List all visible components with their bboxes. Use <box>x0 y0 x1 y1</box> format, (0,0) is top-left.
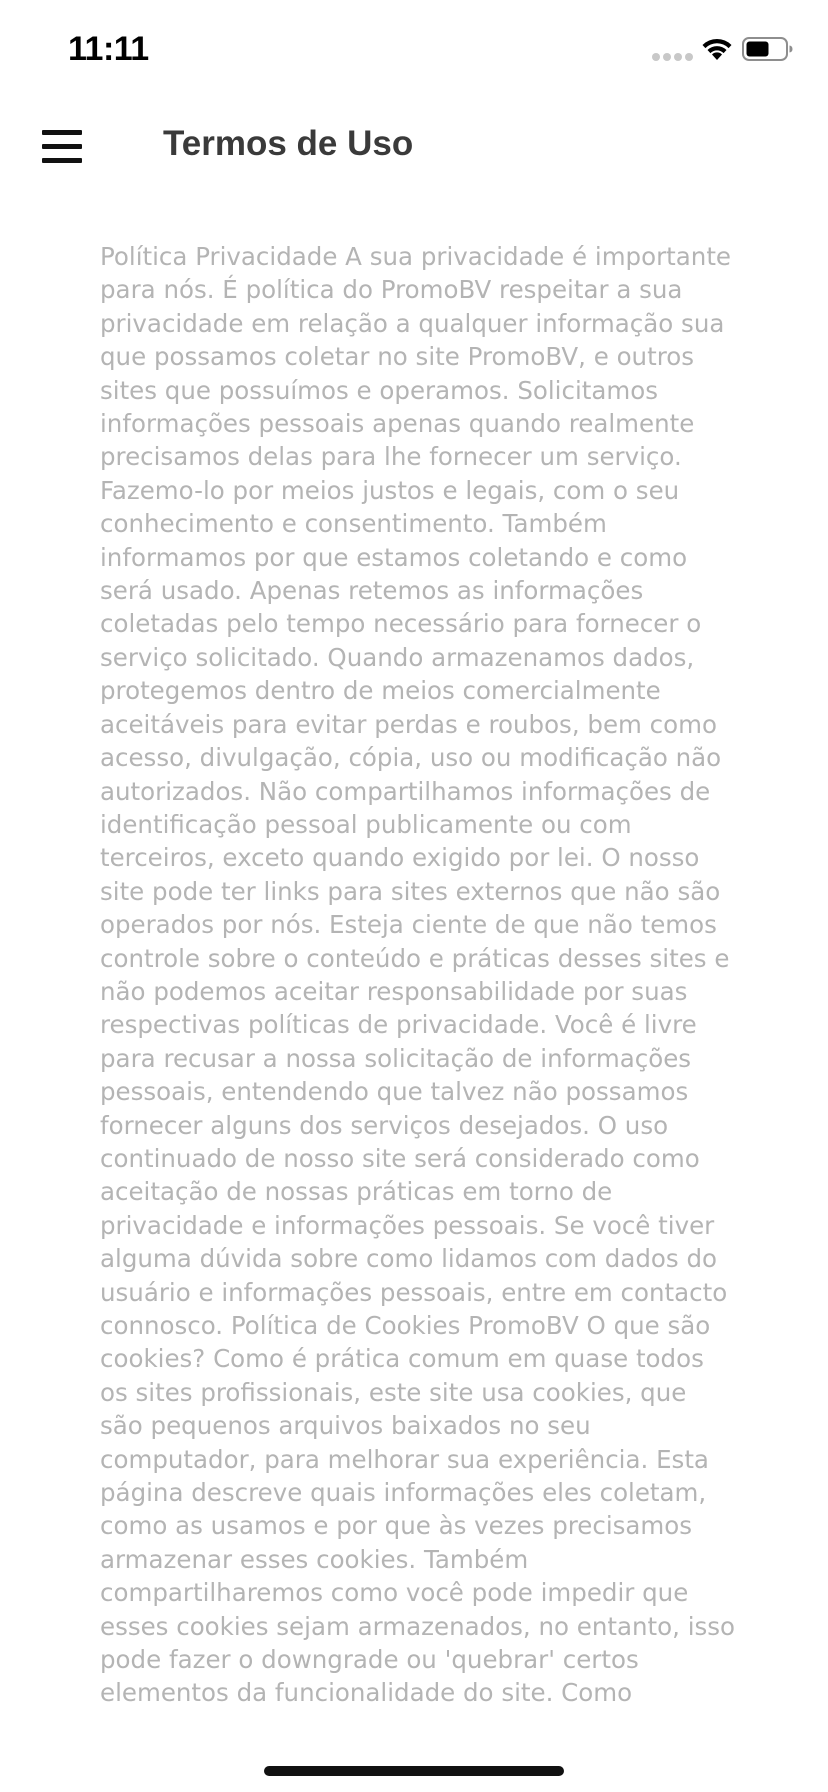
status-bar: 11:11 <box>0 0 828 100</box>
hamburger-menu-icon[interactable] <box>42 130 82 164</box>
wifi-icon <box>702 38 732 60</box>
terms-content[interactable]: Política Privacidade A sua privacidade é… <box>100 240 736 1792</box>
app-header: Termos de Uso <box>0 100 828 200</box>
battery-icon <box>742 37 793 61</box>
page-title: Termos de Uso <box>163 124 414 163</box>
home-indicator[interactable] <box>264 1766 564 1776</box>
signal-dots-icon <box>652 53 693 61</box>
status-time: 11:11 <box>68 30 149 68</box>
screen: 11:11 Termos de Uso Política Privacidade… <box>0 0 828 1792</box>
terms-text: Política Privacidade A sua privacidade é… <box>100 242 736 1708</box>
